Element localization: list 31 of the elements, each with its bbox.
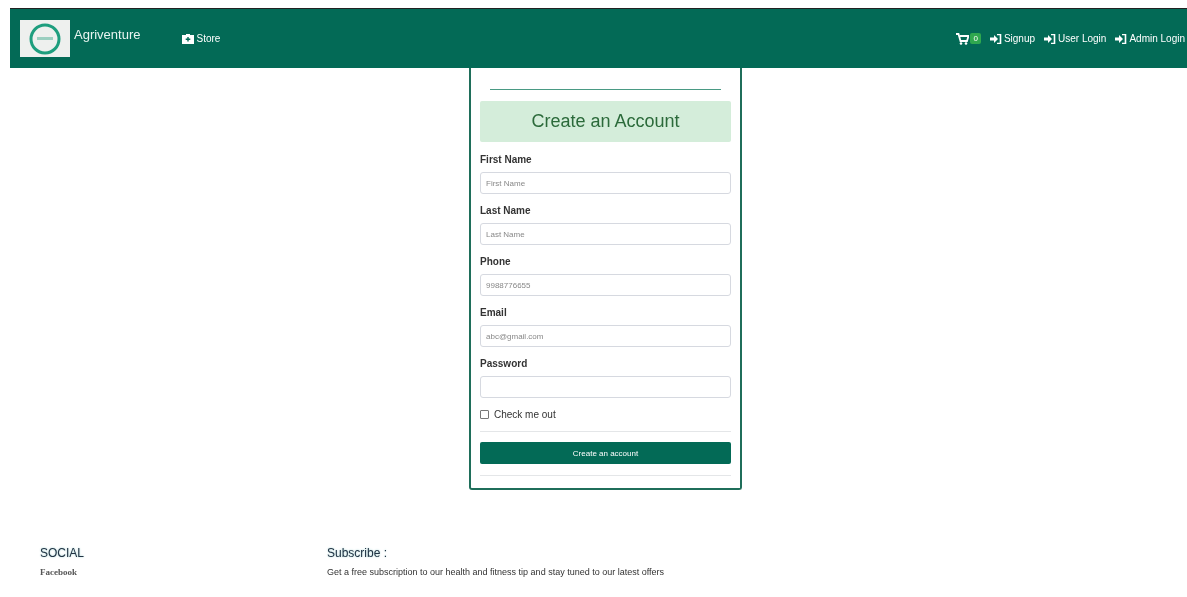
field-label: Last Name (480, 205, 532, 216)
store-link[interactable]: Store (182, 33, 221, 44)
input-field[interactable]: 9988776655 (480, 274, 731, 296)
footer-heading: Subscribe : (327, 546, 389, 560)
field-label: Password (480, 358, 529, 369)
nav-link[interactable]: Admin Login (1115, 33, 1185, 44)
form-title: Create an Account (480, 101, 731, 142)
field-label: First Name (480, 154, 533, 165)
sign-in-icon (989, 33, 1002, 44)
input-field[interactable]: abc@gmail.com (480, 325, 731, 347)
checkbox[interactable] (480, 410, 489, 419)
sign-in-icon (1044, 33, 1057, 44)
input-field[interactable] (480, 376, 731, 398)
medical-bag-icon (182, 33, 195, 44)
nav-link[interactable]: User Login (1044, 33, 1107, 44)
cart-count-badge: 0 (970, 33, 981, 44)
sign-in-icon (1115, 33, 1128, 44)
field-label: Phone (480, 256, 512, 267)
input-field[interactable]: Last Name (480, 223, 731, 245)
logo[interactable] (20, 20, 70, 57)
subscribe-text: Get a free subscription to our health and fitness tip and stay tuned to our latest offers (327, 567, 666, 577)
create-account-button[interactable]: Create an account (480, 442, 731, 464)
cart-icon[interactable] (956, 32, 970, 45)
social-link[interactable]: Facebook (40, 567, 327, 577)
logo-icon (27, 21, 63, 56)
nav-link[interactable]: Signup (989, 33, 1036, 44)
input-field[interactable]: First Name (480, 172, 731, 194)
footer-heading: SOCIAL (40, 546, 85, 560)
brand-name: Agriventure (74, 27, 141, 42)
field-label: Email (480, 307, 508, 318)
checkbox-label: Check me out (494, 409, 556, 420)
